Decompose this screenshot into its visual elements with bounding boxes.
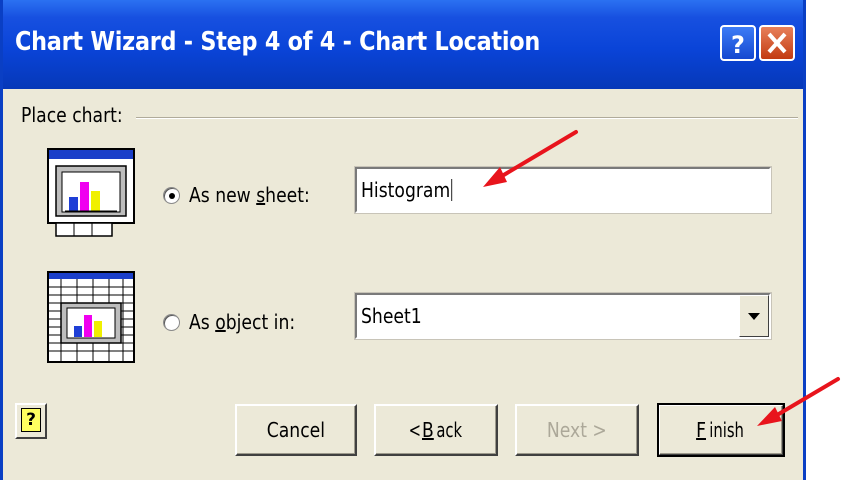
chevron-down-icon [748,313,760,320]
next-button[interactable]: Next > [515,404,639,456]
as-new-sheet-label[interactable]: As new sheet: [189,183,310,207]
window-title: Chart Wizard - Step 4 of 4 - Chart Locat… [15,27,541,57]
as-new-sheet-radio[interactable] [163,187,180,204]
as-object-in-label[interactable]: As object in: [189,310,295,334]
finish-button[interactable]: Finish [657,403,785,457]
new-sheet-name-value: Histogram [361,178,452,202]
finish-button-label: Finish [695,418,744,442]
object-sheet-value: Sheet1 [361,304,422,328]
close-icon [767,32,787,54]
combobox-dropdown-button[interactable] [739,295,769,337]
help-question-icon: ? [21,408,41,432]
next-button-label: Next > [547,418,607,442]
title-close-button[interactable] [759,25,795,61]
object-sheet-combobox[interactable]: Sheet1 [354,292,772,340]
back-button-label: < Back [408,418,463,442]
help-button[interactable]: ? [15,403,47,439]
question-icon: ? [731,31,745,59]
cancel-button-label: Cancel [266,418,326,442]
chart-wizard-dialog: Chart Wizard - Step 4 of 4 - Chart Locat… [0,0,806,480]
as-object-chart-icon [47,271,135,363]
place-chart-label: Place chart: [21,103,123,127]
title-bar[interactable]: Chart Wizard - Step 4 of 4 - Chart Locat… [3,0,803,89]
group-divider [136,117,798,119]
title-help-button[interactable]: ? [720,25,756,61]
svg-text:?: ? [731,31,745,59]
radio-selected-dot [169,193,175,199]
new-sheet-name-input[interactable]: Histogram [354,166,772,214]
new-sheet-chart-icon [47,148,135,237]
cancel-button[interactable]: Cancel [235,404,357,456]
as-object-in-radio[interactable] [163,314,180,331]
back-button[interactable]: < Back [374,404,498,456]
